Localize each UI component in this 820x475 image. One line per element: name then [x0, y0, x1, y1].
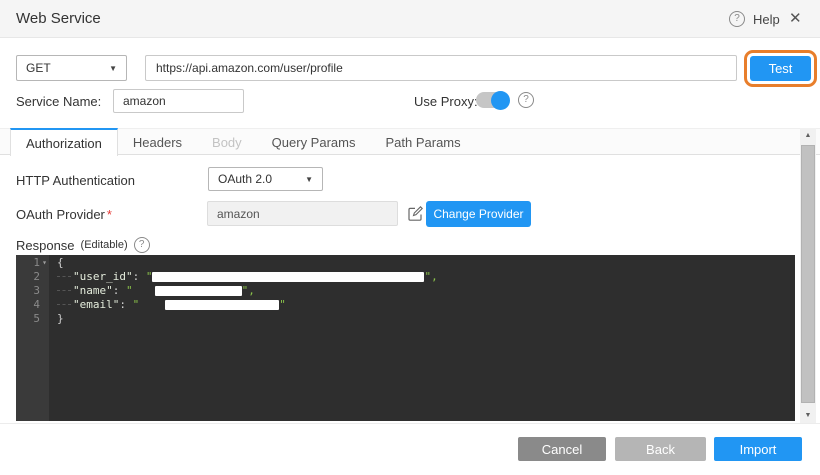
indent-guide — [57, 276, 71, 277]
http-authentication-label: HTTP Authentication — [16, 173, 135, 188]
code-line: 1 ▾ { — [16, 256, 795, 269]
url-input[interactable] — [145, 55, 737, 81]
oauth-provider-label: OAuth Provider* — [16, 207, 112, 222]
page-title: Web Service — [16, 10, 101, 27]
gutter-spacer — [40, 312, 49, 325]
response-help-icon[interactable]: ? — [134, 237, 150, 253]
code-token: ", — [242, 284, 255, 297]
gutter-spacer — [40, 298, 49, 311]
code-token: } — [57, 312, 64, 325]
import-button[interactable]: Import — [714, 437, 802, 461]
line-number: 5 — [16, 312, 40, 325]
cancel-button[interactable]: Cancel — [518, 437, 606, 461]
use-proxy-label: Use Proxy: — [414, 94, 478, 109]
oauth-provider-label-text: OAuth Provider — [16, 207, 105, 222]
http-authentication-value: OAuth 2.0 — [218, 172, 272, 186]
http-authentication-select[interactable]: OAuth 2.0 ▼ — [208, 167, 323, 191]
proxy-help-icon[interactable]: ? — [518, 92, 534, 108]
code-token: : — [113, 284, 120, 297]
service-name-input[interactable] — [113, 89, 244, 113]
code-token: " — [126, 284, 133, 297]
code-token: " — [279, 298, 286, 311]
line-number: 3 — [16, 284, 40, 297]
change-provider-button[interactable]: Change Provider — [426, 201, 531, 227]
code-token: : — [133, 270, 140, 283]
code-line: 4 "email": " " — [16, 298, 795, 311]
chevron-down-icon: ▼ — [109, 64, 117, 73]
tab-headers[interactable]: Headers — [118, 129, 197, 156]
response-label: Response — [16, 238, 75, 253]
redacted-value — [165, 300, 279, 310]
gutter-spacer — [40, 284, 49, 297]
code-token: : — [119, 298, 126, 311]
oauth-provider-input — [207, 201, 398, 226]
tab-bar: Authorization Headers Body Query Params … — [0, 128, 820, 155]
redacted-value — [155, 286, 242, 296]
code-line: 5 } — [16, 312, 795, 325]
chevron-down-icon: ▼ — [305, 175, 313, 184]
line-number: 1 — [16, 256, 40, 269]
tab-authorization[interactable]: Authorization — [10, 128, 118, 156]
code-token: ", — [424, 270, 437, 283]
code-token: { — [57, 256, 64, 269]
indent-guide — [57, 290, 71, 291]
response-label-row: Response (Editable) ? — [16, 237, 150, 253]
line-number: 2 — [16, 270, 40, 283]
use-proxy-toggle[interactable] — [476, 91, 510, 109]
code-token: "email" — [73, 298, 119, 311]
toggle-knob — [491, 91, 510, 110]
tab-body[interactable]: Body — [197, 129, 257, 156]
response-editable-note: (Editable) — [81, 239, 128, 251]
scroll-down-icon[interactable]: ▼ — [800, 408, 816, 423]
scroll-up-icon[interactable]: ▲ — [800, 128, 816, 143]
indent-guide — [57, 304, 71, 305]
help-button[interactable]: ? Help — [729, 11, 780, 27]
close-icon[interactable]: ✕ — [789, 9, 802, 27]
test-button[interactable]: Test — [750, 56, 811, 81]
content-divider — [0, 423, 820, 424]
tab-query-params[interactable]: Query Params — [257, 129, 371, 156]
gutter-spacer — [40, 270, 49, 283]
http-method-select[interactable]: GET ▼ — [16, 55, 127, 81]
code-token: "name" — [73, 284, 113, 297]
code-token: "user_id" — [73, 270, 133, 283]
code-token: " — [133, 298, 140, 311]
code-line: 3 "name": " ", — [16, 284, 795, 297]
dialog-header: Web Service ? Help ✕ — [0, 0, 820, 38]
test-annotation-ring: Test — [744, 50, 817, 87]
code-token: " — [146, 270, 153, 283]
vertical-scrollbar[interactable]: ▲ ▼ — [800, 128, 816, 423]
fold-arrow-icon[interactable]: ▾ — [40, 256, 49, 269]
web-service-dialog: Web Service ? Help ✕ GET ▼ Test Service … — [0, 0, 820, 475]
line-number: 4 — [16, 298, 40, 311]
back-button[interactable]: Back — [615, 437, 706, 461]
code-line: 2 "user_id": " ", — [16, 270, 795, 283]
required-asterisk: * — [107, 207, 112, 222]
redacted-value — [152, 272, 424, 282]
http-method-value: GET — [26, 61, 51, 75]
help-icon: ? — [729, 11, 745, 27]
response-code-editor[interactable]: 1 ▾ { 2 "user_id": " ", 3 "name": " ", 4 "… — [16, 255, 795, 421]
edit-icon[interactable] — [407, 205, 424, 222]
scrollbar-thumb[interactable] — [801, 145, 815, 403]
service-name-label: Service Name: — [16, 94, 101, 109]
help-label: Help — [753, 12, 780, 27]
tab-path-params[interactable]: Path Params — [370, 129, 475, 156]
